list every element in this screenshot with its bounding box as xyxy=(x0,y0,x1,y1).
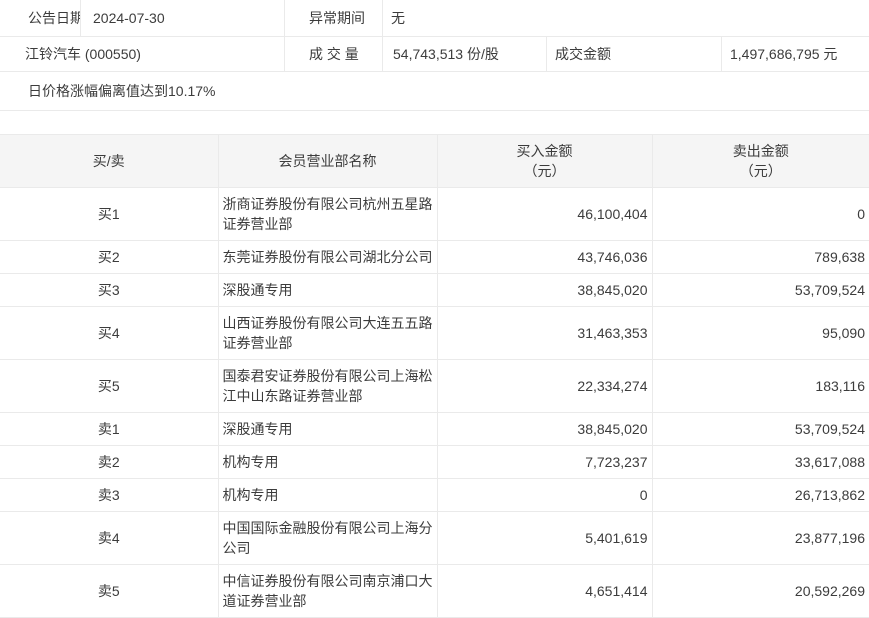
buy-amount-cell: 46,100,404 xyxy=(436,187,653,241)
branch-name-cell: 深股通专用 xyxy=(217,412,438,446)
side-rank-cell: 卖5 xyxy=(0,564,219,618)
col-header-sell-amount: 卖出金额 （元） xyxy=(651,134,869,188)
branch-name-cell: 中信证券股份有限公司南京浦口大道证券营业部 xyxy=(217,564,438,618)
info-row-date: 公告日期 2024-07-30 异常期间 无 xyxy=(0,0,869,37)
side-rank-cell: 卖2 xyxy=(0,445,219,479)
col-header-branch: 会员营业部名称 xyxy=(217,134,438,188)
table-row: 买2 东莞证券股份有限公司湖北分公司 43,746,036 789,638 xyxy=(0,240,869,274)
sell-amount-cell: 53,709,524 xyxy=(651,273,869,307)
branch-name-cell: 东莞证券股份有限公司湖北分公司 xyxy=(217,240,438,274)
side-rank-cell: 买3 xyxy=(0,273,219,307)
branch-name-cell: 浙商证券股份有限公司杭州五星路证券营业部 xyxy=(217,187,438,241)
sell-amount-cell: 789,638 xyxy=(651,240,869,274)
side-rank-cell: 卖3 xyxy=(0,478,219,512)
branch-name-cell: 深股通专用 xyxy=(217,273,438,307)
sell-amount-cell: 26,713,862 xyxy=(651,478,869,512)
table-body: 买1 浙商证券股份有限公司杭州五星路证券营业部 46,100,404 0 买2 … xyxy=(0,187,869,618)
buy-amount-cell: 22,334,274 xyxy=(436,359,653,413)
table-row: 卖1 深股通专用 38,845,020 53,709,524 xyxy=(0,412,869,446)
side-rank-cell: 卖1 xyxy=(0,412,219,446)
info-row-note: 日价格涨幅偏离值达到10.17% xyxy=(0,72,869,111)
branch-name-cell: 山西证券股份有限公司大连五五路证券营业部 xyxy=(217,306,438,360)
announce-date-label: 公告日期 xyxy=(0,0,81,36)
turnover-value: 1,497,686,795 元 xyxy=(730,46,838,62)
side-rank-cell: 买4 xyxy=(0,306,219,360)
price-deviation-note: 日价格涨幅偏离值达到10.17% xyxy=(28,83,216,99)
branch-name-cell: 中国国际金融股份有限公司上海分公司 xyxy=(217,511,438,565)
sell-amount-cell: 53,709,524 xyxy=(651,412,869,446)
side-rank-cell: 买2 xyxy=(0,240,219,274)
table-row: 买4 山西证券股份有限公司大连五五路证券营业部 31,463,353 95,09… xyxy=(0,306,869,360)
branch-name-cell: 机构专用 xyxy=(217,478,438,512)
table-row: 买3 深股通专用 38,845,020 53,709,524 xyxy=(0,273,869,307)
sell-amount-unit: （元） xyxy=(739,163,782,179)
sell-amount-cell: 0 xyxy=(651,187,869,241)
abnormal-period-value: 无 xyxy=(391,10,405,26)
buy-amount-unit: （元） xyxy=(523,163,566,179)
side-rank-cell: 卖4 xyxy=(0,511,219,565)
table-row: 买1 浙商证券股份有限公司杭州五星路证券营业部 46,100,404 0 xyxy=(0,187,869,241)
sell-amount-cell: 95,090 xyxy=(651,306,869,360)
col-header-buy-amount: 买入金额 （元） xyxy=(436,134,653,188)
buy-amount-cell: 7,723,237 xyxy=(436,445,653,479)
buy-amount-cell: 31,463,353 xyxy=(436,306,653,360)
buy-amount-cell: 0 xyxy=(436,478,653,512)
table-header-row: 买/卖 会员营业部名称 买入金额 （元） 卖出金额 （元） xyxy=(0,134,869,188)
abnormal-period-label: 异常期间 xyxy=(285,0,383,36)
table-row: 卖5 中信证券股份有限公司南京浦口大道证券营业部 4,651,414 20,59… xyxy=(0,564,869,618)
stock-name: 江铃汽车 (000550) xyxy=(0,37,285,71)
branch-name-cell: 机构专用 xyxy=(217,445,438,479)
table-row: 卖3 机构专用 0 26,713,862 xyxy=(0,478,869,512)
table-row: 卖2 机构专用 7,723,237 33,617,088 xyxy=(0,445,869,479)
volume-value: 54,743,513 份/股 xyxy=(383,37,547,71)
branch-name-cell: 国泰君安证券股份有限公司上海松江中山东路证券营业部 xyxy=(217,359,438,413)
table-row: 卖4 中国国际金融股份有限公司上海分公司 5,401,619 23,877,19… xyxy=(0,511,869,565)
sell-amount-cell: 23,877,196 xyxy=(651,511,869,565)
sell-amount-cell: 183,116 xyxy=(651,359,869,413)
announce-date-value: 2024-07-30 xyxy=(81,0,285,36)
side-rank-cell: 买1 xyxy=(0,187,219,241)
buy-amount-cell: 38,845,020 xyxy=(436,273,653,307)
turnover-label: 成交金额 xyxy=(547,37,722,71)
sell-amount-title: 卖出金额 xyxy=(732,143,789,159)
broker-seats-table: 买/卖 会员营业部名称 买入金额 （元） 卖出金额 （元） 买1 浙商证券股份有… xyxy=(0,134,869,618)
info-row-stock: 江铃汽车 (000550) 成 交 量 54,743,513 份/股 成交金额 … xyxy=(0,37,869,72)
buy-amount-cell: 5,401,619 xyxy=(436,511,653,565)
side-rank-cell: 买5 xyxy=(0,359,219,413)
buy-amount-cell: 43,746,036 xyxy=(436,240,653,274)
table-row: 买5 国泰君安证券股份有限公司上海松江中山东路证券营业部 22,334,274 … xyxy=(0,359,869,413)
buy-amount-cell: 4,651,414 xyxy=(436,564,653,618)
sell-amount-cell: 33,617,088 xyxy=(651,445,869,479)
buy-amount-cell: 38,845,020 xyxy=(436,412,653,446)
buy-amount-title: 买入金额 xyxy=(516,143,573,159)
sell-amount-cell: 20,592,269 xyxy=(651,564,869,618)
stock-info-panel: 公告日期 2024-07-30 异常期间 无 江铃汽车 (000550) 成 交… xyxy=(0,0,869,111)
volume-label: 成 交 量 xyxy=(285,37,383,71)
col-header-side: 买/卖 xyxy=(0,134,219,188)
